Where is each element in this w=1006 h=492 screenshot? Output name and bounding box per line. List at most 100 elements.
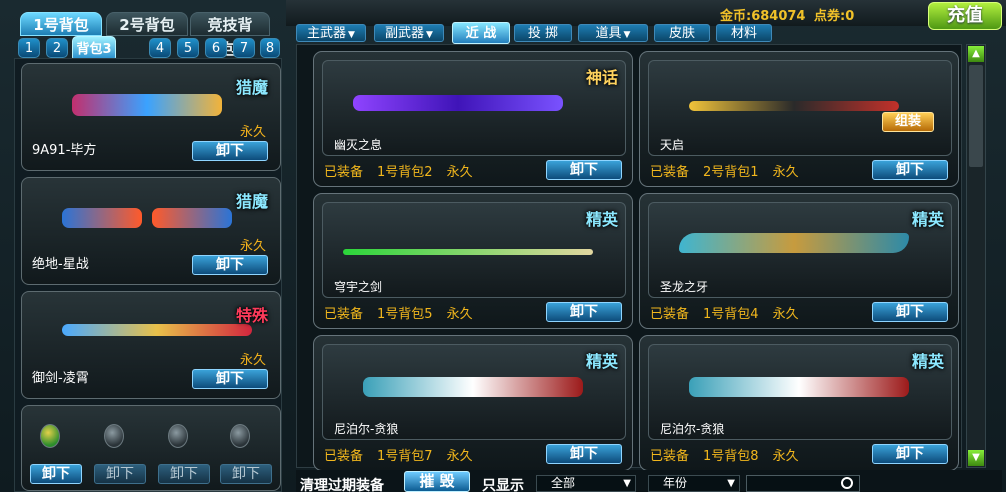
weapon-name: 尼泊尔-贪狼 (660, 422, 725, 436)
weapon-image (689, 101, 899, 111)
bag-slot-secondary[interactable]: 猎魔 永久 绝地-星战 卸下 (21, 177, 281, 285)
points-display: 点券:0 (814, 9, 855, 24)
weapon-card[interactable]: 精英 尼泊尔-贪狼 已装备 1号背包8 永久 卸下 (639, 335, 959, 471)
weapon-card[interactable]: 精英 圣龙之牙 已装备 1号背包4 永久 卸下 (639, 193, 959, 329)
subtab-2[interactable]: 2 (46, 38, 68, 58)
rarity-badge: 猎魔 (235, 78, 268, 97)
duration-text: 永久 (239, 353, 266, 368)
tab-melee[interactable]: 近 战 (452, 22, 510, 44)
year-select[interactable]: 年份 ▼ (648, 475, 740, 492)
grenade-icon (168, 424, 188, 448)
unequip-grenade-3[interactable]: 卸下 (158, 464, 210, 484)
subtab-8[interactable]: 8 (260, 38, 280, 58)
weapon-image-frame (648, 60, 952, 156)
duration-text: 永久 (239, 125, 266, 140)
grenade-icon (230, 424, 250, 448)
unequip-button[interactable]: 卸下 (192, 255, 268, 275)
subtab-6[interactable]: 6 (205, 38, 227, 58)
assemble-button[interactable]: 组装 (882, 112, 934, 132)
tab-skins[interactable]: 皮肤 (654, 24, 710, 42)
search-input[interactable] (746, 475, 860, 492)
unequip-button[interactable]: 卸下 (192, 141, 268, 161)
scroll-up-icon[interactable]: ▲ (968, 46, 984, 62)
tab-bag-arena[interactable]: 竞技背包 (190, 12, 270, 58)
unequip-grenade-1[interactable]: 卸下 (30, 464, 82, 484)
tab-throwable[interactable]: 投 掷 (514, 24, 572, 42)
weapon-meta: 已装备 1号背包5 永久 (324, 307, 473, 322)
rarity-badge: 精英 (585, 352, 618, 371)
weapon-meta: 已装备 1号背包7 永久 (324, 449, 473, 464)
weapon-name: 圣龙之牙 (660, 280, 709, 294)
chevron-down-icon: ▼ (623, 478, 631, 489)
unequip-button[interactable]: 卸下 (546, 444, 622, 464)
weapon-grid: 神话 幽灭之息 已装备 1号背包2 永久 卸下 组装 天启 已装备 2号背包1 永久 卸… (296, 44, 962, 471)
weapon-card[interactable]: 精英 穹宇之剑 已装备 1号背包5 永久 卸下 (313, 193, 633, 329)
scroll-thumb[interactable] (969, 65, 983, 167)
filter-label: 只显示 (482, 478, 524, 492)
weapon-image (363, 377, 583, 397)
weapon-card[interactable]: 精英 尼泊尔-贪狼 已装备 1号背包7 永久 卸下 (313, 335, 633, 471)
unequip-button[interactable]: 卸下 (192, 369, 268, 389)
weapon-name: 天启 (660, 138, 685, 152)
chevron-down-icon: ▼ (727, 478, 735, 489)
scroll-down-icon[interactable]: ▼ (968, 450, 984, 466)
chevron-down-icon: ▼ (348, 30, 355, 40)
tab-bag-1[interactable]: 1号背包 (20, 12, 102, 36)
top-bar (286, 0, 1006, 26)
grenade-icon (40, 424, 60, 448)
bag-slot-melee[interactable]: 特殊 永久 御剑-凌霄 卸下 (21, 291, 281, 399)
weapon-card[interactable]: 神话 幽灭之息 已装备 1号背包2 永久 卸下 (313, 51, 633, 187)
rarity-badge: 特殊 (235, 306, 268, 325)
weapon-image (62, 324, 252, 336)
weapon-meta: 已装备 1号背包8 永久 (650, 449, 799, 464)
chevron-down-icon: ▼ (426, 30, 433, 40)
weapon-image (353, 95, 563, 111)
rarity-badge: 猎魔 (235, 192, 268, 211)
weapon-name: 御剑-凌霄 (32, 371, 89, 386)
weapon-scrollbar[interactable]: ▲ ▼ (966, 44, 986, 468)
tab-primary-weapon[interactable]: 主武器 ▼ (296, 24, 366, 42)
subtab-4[interactable]: 4 (149, 38, 171, 58)
recharge-button[interactable]: 充值 (928, 2, 1002, 30)
destroy-button[interactable]: 摧 毁 (404, 471, 470, 492)
tab-secondary-weapon[interactable]: 副武器 ▼ (374, 24, 444, 42)
gold-display: 金币:684074 (720, 9, 806, 24)
search-icon[interactable] (841, 477, 853, 489)
unequip-button[interactable]: 卸下 (872, 444, 948, 464)
weapon-meta: 已装备 1号背包4 永久 (650, 307, 799, 322)
weapon-image (679, 233, 909, 253)
subtab-1[interactable]: 1 (18, 38, 40, 58)
tab-bag-2[interactable]: 2号背包 (106, 12, 188, 36)
clear-expired-label: 清理过期装备 (300, 478, 384, 492)
chevron-down-icon: ▼ (623, 30, 631, 40)
subtab-5[interactable]: 5 (177, 38, 199, 58)
unequip-button[interactable]: 卸下 (872, 302, 948, 322)
weapon-name: 绝地-星战 (32, 257, 89, 272)
weapon-image (689, 377, 909, 397)
weapon-meta: 已装备 2号背包1 永久 (650, 165, 799, 180)
rarity-badge: 精英 (585, 210, 618, 229)
weapon-card[interactable]: 组装 天启 已装备 2号背包1 永久 卸下 (639, 51, 959, 187)
unequip-button[interactable]: 卸下 (546, 302, 622, 322)
subtab-7[interactable]: 7 (233, 38, 255, 58)
grenade-icon (104, 424, 124, 448)
unequip-grenade-2[interactable]: 卸下 (94, 464, 146, 484)
unequip-button[interactable]: 卸下 (546, 160, 622, 180)
filter-select[interactable]: 全部 ▼ (536, 475, 636, 492)
rarity-badge: 精英 (911, 352, 944, 371)
bag-slot-primary[interactable]: 猎魔 永久 9A91-毕方 卸下 (21, 63, 281, 171)
weapon-image (343, 249, 593, 255)
weapon-name: 9A91-毕方 (32, 143, 97, 158)
weapon-name: 穹宇之剑 (334, 280, 383, 294)
weapon-meta: 已装备 1号背包2 永久 (324, 165, 473, 180)
weapon-image (152, 208, 232, 228)
duration-text: 永久 (239, 239, 266, 254)
rarity-badge: 神话 (585, 68, 618, 87)
unequip-button[interactable]: 卸下 (872, 160, 948, 180)
weapon-image (72, 94, 222, 116)
unequip-grenade-4[interactable]: 卸下 (220, 464, 272, 484)
armory-window: 1号背包 2号背包 竞技背包 1 2 背包3 4 5 6 7 8 9 猎魔 永久… (0, 0, 1006, 492)
tab-items[interactable]: 道具 ▼ (578, 24, 648, 42)
weapon-name: 尼泊尔-贪狼 (334, 422, 399, 436)
tab-materials[interactable]: 材料 (716, 24, 772, 42)
